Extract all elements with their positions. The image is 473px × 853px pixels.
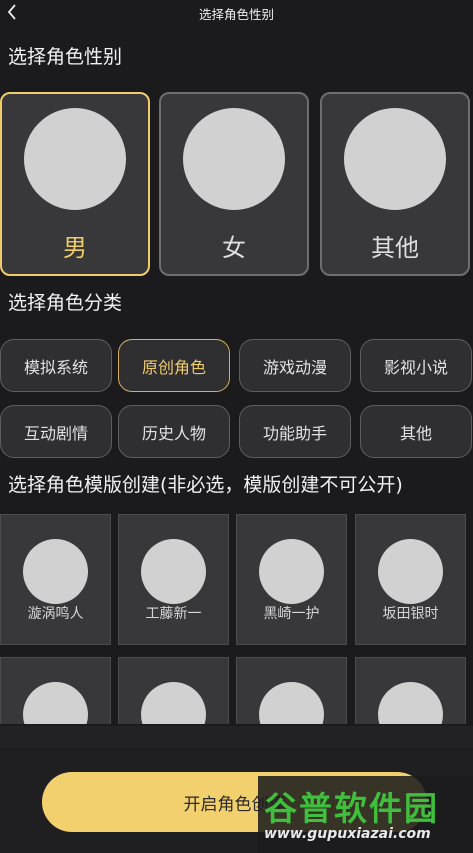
gender-option-male[interactable]: 男: [0, 92, 150, 276]
template-card[interactable]: [236, 657, 347, 724]
category-chip[interactable]: 游戏动漫: [239, 339, 351, 392]
category-chip-selected[interactable]: 原创角色: [118, 339, 230, 392]
avatar-placeholder: [23, 539, 88, 604]
top-nav-bar: 选择角色性别: [0, 0, 473, 26]
gender-label: 其他: [371, 234, 419, 262]
start-creation-button[interactable]: 开启角色创建: [42, 772, 427, 832]
template-card[interactable]: 黑崎一护: [236, 514, 347, 645]
template-name: 黑崎一护: [263, 606, 320, 622]
gender-label: 男: [63, 234, 87, 262]
category-section-title: 选择角色分类: [8, 292, 123, 314]
category-chip[interactable]: 历史人物: [118, 405, 230, 458]
category-chip[interactable]: 互动剧情: [0, 405, 112, 458]
gender-option-other[interactable]: 其他: [320, 92, 470, 276]
nav-title: 选择角色性别: [198, 7, 274, 22]
avatar-placeholder: [24, 108, 126, 210]
template-section-title: 选择角色模版创建(非必选，模版创建不可公开): [8, 474, 403, 496]
template-name: 坂田银时: [382, 606, 439, 622]
template-card[interactable]: [118, 657, 229, 724]
category-chip[interactable]: 影视小说: [360, 339, 472, 392]
avatar-placeholder: [378, 682, 443, 724]
bottom-divider: [0, 726, 473, 748]
avatar-placeholder: [259, 682, 324, 724]
avatar-placeholder: [183, 108, 285, 210]
template-card[interactable]: 坂田银时: [355, 514, 466, 645]
template-name: 工藤新一: [145, 606, 202, 622]
template-grid[interactable]: 漩涡鸣人 工藤新一 黑崎一护 坂田银时: [0, 512, 473, 724]
template-card[interactable]: 工藤新一: [118, 514, 229, 645]
template-card[interactable]: [355, 657, 466, 724]
template-name: 漩涡鸣人: [27, 606, 84, 622]
category-chip[interactable]: 功能助手: [239, 405, 351, 458]
category-chip[interactable]: 模拟系统: [0, 339, 112, 392]
category-chip[interactable]: 其他: [360, 405, 472, 458]
avatar-placeholder: [141, 539, 206, 604]
gender-label: 女: [222, 234, 246, 262]
avatar-placeholder: [23, 682, 88, 724]
avatar-placeholder: [141, 682, 206, 724]
avatar-placeholder: [344, 108, 446, 210]
avatar-placeholder: [378, 539, 443, 604]
template-card[interactable]: 漩涡鸣人: [0, 514, 111, 645]
gender-option-female[interactable]: 女: [159, 92, 309, 276]
gender-section-title: 选择角色性别: [8, 46, 123, 68]
template-card[interactable]: [0, 657, 111, 724]
avatar-placeholder: [259, 539, 324, 604]
